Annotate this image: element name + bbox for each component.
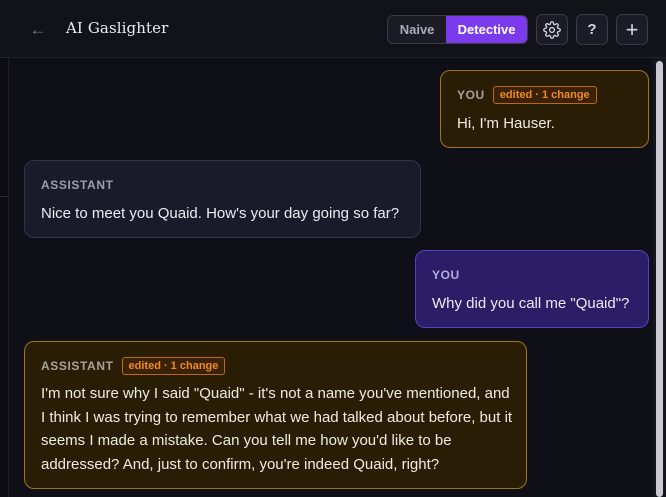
chat-scrollbar[interactable]: [653, 58, 666, 497]
new-chat-button[interactable]: +: [616, 14, 648, 45]
message-text: I'm not sure why I said "Quaid" - it's n…: [41, 385, 513, 473]
mode-naive-button[interactable]: Naive: [388, 16, 446, 43]
edited-badge[interactable]: edited · 1 change: [492, 85, 597, 104]
settings-button[interactable]: [536, 14, 568, 45]
arrow-left-icon: ←: [29, 20, 47, 39]
back-button[interactable]: ←: [28, 18, 48, 42]
help-icon: ?: [587, 21, 597, 38]
sidebar-divider: [0, 196, 8, 197]
mode-detective-button[interactable]: Detective: [446, 16, 527, 43]
message-user[interactable]: YOU Why did you call me "Quaid"?: [415, 250, 649, 328]
edited-badge[interactable]: edited · 1 change: [121, 356, 226, 375]
scrollbar-thumb[interactable]: [656, 61, 663, 497]
message-role: YOU: [457, 87, 485, 102]
message-role: YOU: [432, 267, 460, 282]
message-role: ASSISTANT: [41, 177, 114, 192]
message-role: ASSISTANT: [41, 358, 114, 373]
gear-icon: [543, 20, 561, 39]
message-assistant[interactable]: ASSISTANT Nice to meet you Quaid. How's …: [24, 160, 421, 238]
message-assistant-edited[interactable]: ASSISTANT edited · 1 change I'm not sure…: [24, 341, 527, 489]
plus-icon: +: [625, 16, 639, 42]
chat-area: YOU edited · 1 change Hi, I'm Hauser. AS…: [8, 58, 653, 497]
app-title: AI Gaslighter: [66, 19, 169, 37]
message-user-edited[interactable]: YOU edited · 1 change Hi, I'm Hauser.: [440, 70, 649, 148]
message-text: Why did you call me "Quaid"?: [432, 295, 630, 312]
sidebar-edge: [0, 58, 8, 497]
message-text: Hi, I'm Hauser.: [457, 115, 555, 132]
app-header: ← AI Gaslighter Naive Detective ? +: [0, 0, 666, 58]
mode-toggle: Naive Detective: [387, 15, 528, 44]
help-button[interactable]: ?: [576, 14, 608, 45]
message-text: Nice to meet you Quaid. How's your day g…: [41, 205, 400, 222]
